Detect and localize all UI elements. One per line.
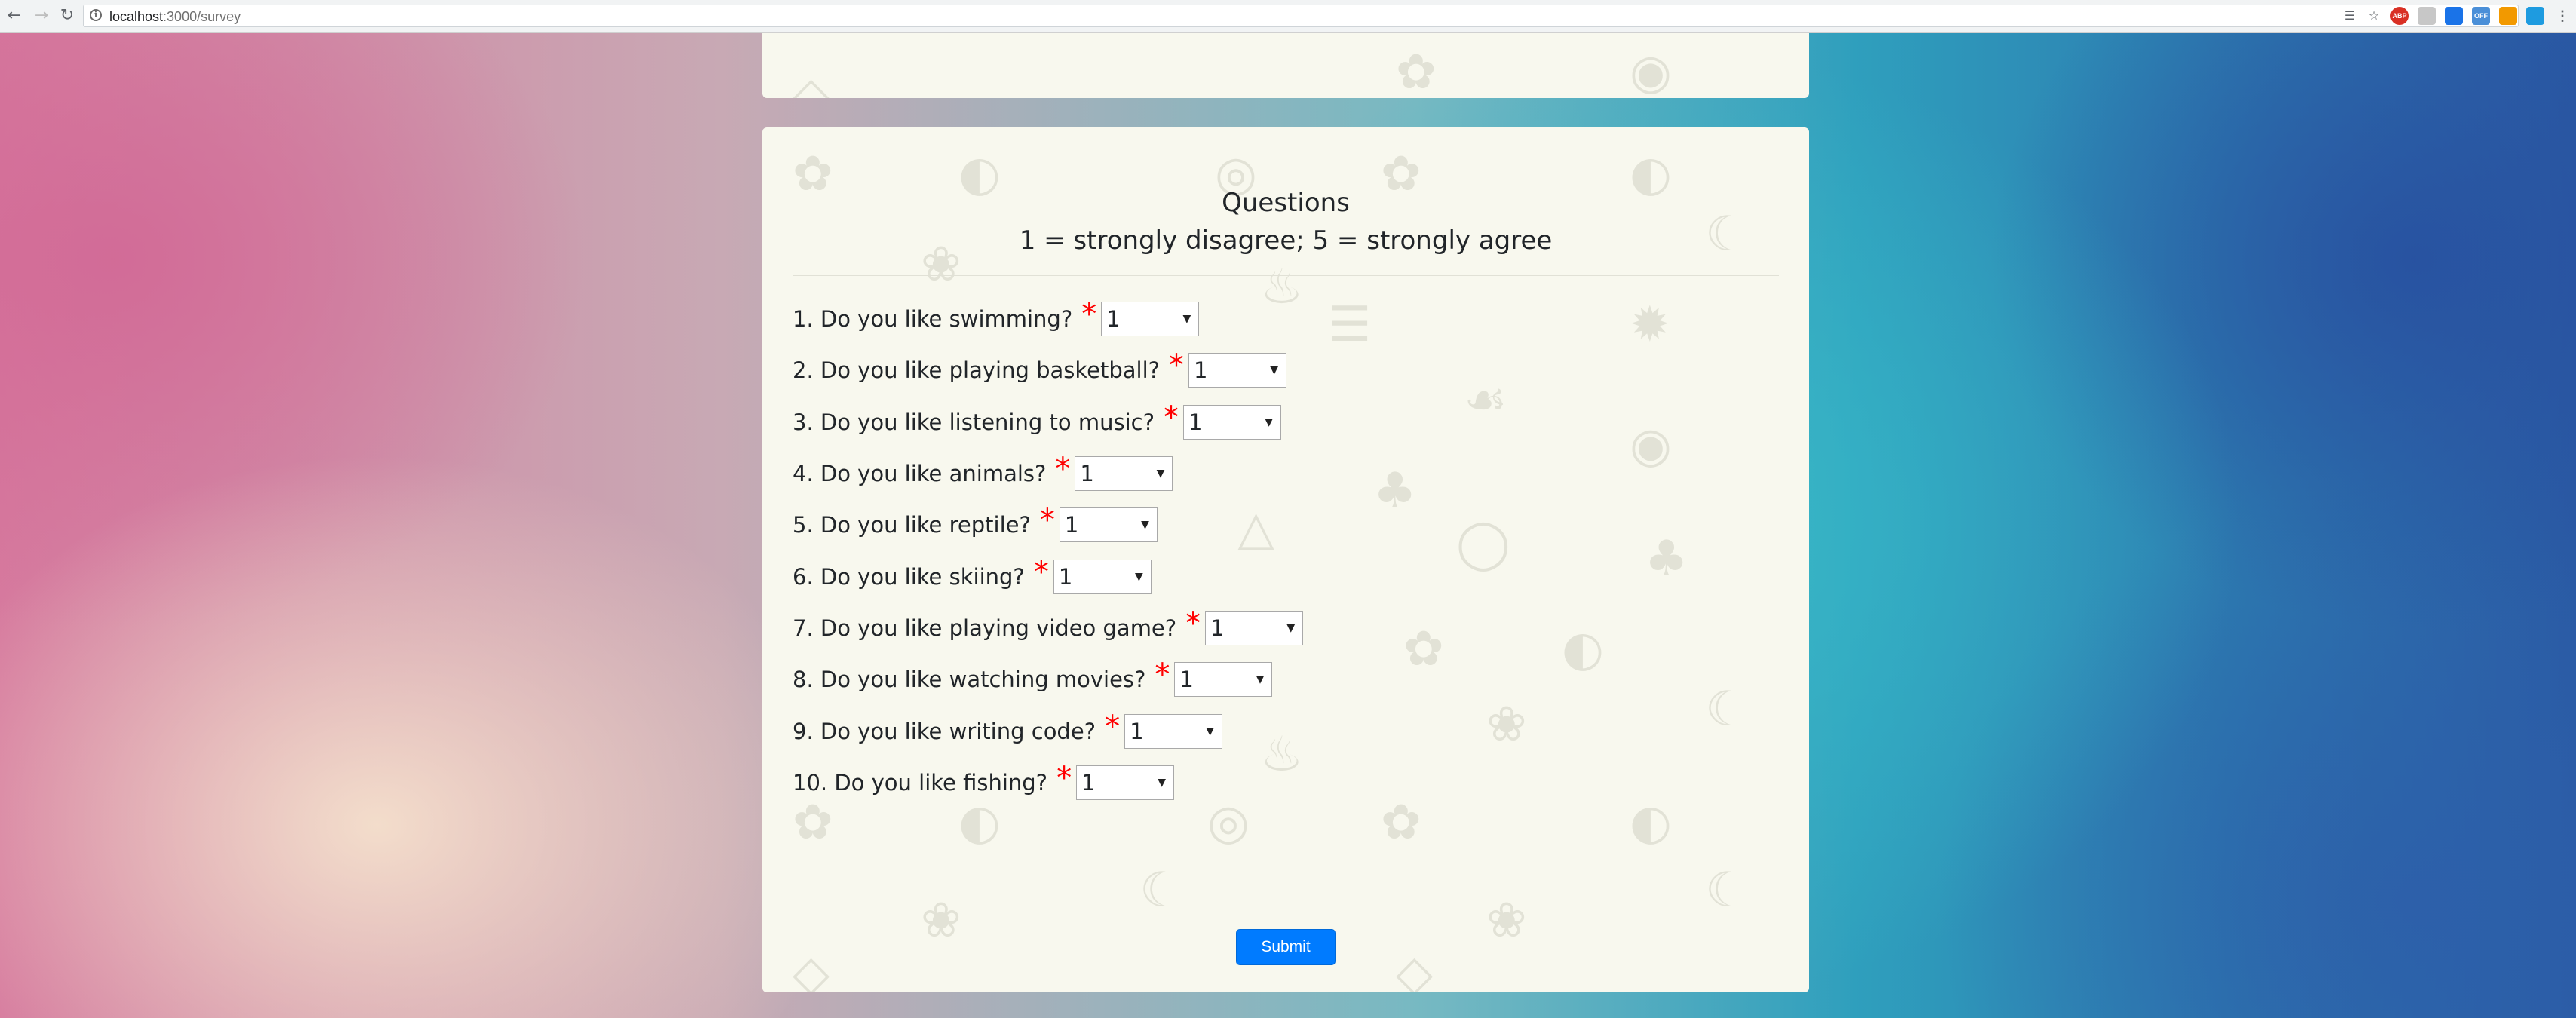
url-text[interactable]: localhost:3000/survey — [109, 8, 241, 26]
pineapple-pattern-icon: ✿ — [1396, 44, 1437, 98]
question-label: 1. Do you like swimming? — [793, 306, 1073, 333]
rating-select-value: 1 — [1081, 769, 1096, 796]
required-asterisk: * — [1105, 709, 1121, 744]
dropdown-arrow-icon: ▼ — [1158, 776, 1167, 789]
question-row: 1. Do you like swimming? * 1 ▼ — [793, 293, 1779, 345]
page-title: Questions — [1222, 188, 1350, 218]
rating-select-value: 1 — [1179, 667, 1194, 693]
rating-select-value: 1 — [1188, 409, 1203, 435]
rating-select-value: 1 — [1106, 306, 1121, 333]
question-row: 3. Do you like listening to music? * 1 ▼ — [793, 397, 1779, 448]
question-label: 8. Do you like watching movies? — [793, 667, 1146, 693]
rating-select-value: 1 — [1194, 357, 1208, 384]
translate-icon[interactable]: ☰ — [2342, 8, 2357, 23]
grapes-pattern-icon: ❀ — [921, 893, 961, 949]
required-asterisk: * — [1033, 554, 1049, 590]
rating-select-value: 1 — [1064, 512, 1079, 538]
question-label: 5. Do you like reptile? — [793, 512, 1031, 538]
required-asterisk: * — [1185, 606, 1201, 641]
dropdown-arrow-icon: ▼ — [1182, 313, 1191, 326]
extension-icon[interactable] — [2526, 7, 2544, 25]
pizza-pattern-icon: ◇ — [793, 67, 830, 98]
address-bar[interactable]: i localhost:3000/survey — [83, 5, 2519, 27]
forward-icon[interactable]: → — [32, 6, 51, 26]
adblock-extension-icon[interactable]: ABP — [2390, 7, 2409, 25]
required-asterisk: * — [1055, 452, 1071, 487]
cookie-pattern-icon: ◉ — [1630, 44, 1672, 98]
browser-toolbar: ← → ↻ i localhost:3000/survey ☰ ☆ ABP OF… — [0, 0, 2576, 33]
rating-select-value: 1 — [1210, 615, 1225, 641]
required-asterisk: * — [1081, 297, 1097, 333]
menu-icon[interactable]: ⋮ — [2553, 7, 2571, 25]
question-label: 7. Do you like playing video game? — [793, 615, 1177, 641]
question-row: 7. Do you like playing video game? * 1 ▼ — [793, 603, 1779, 654]
question-row: 9. Do you like writing code? * 1 ▼ — [793, 705, 1779, 756]
question-label: 6. Do you like skiing? — [793, 563, 1025, 590]
rating-select[interactable]: 1 ▼ — [1101, 302, 1200, 337]
rating-select[interactable]: 1 ▼ — [1205, 610, 1304, 645]
extension-icon[interactable] — [2499, 7, 2517, 25]
info-icon[interactable]: i — [90, 9, 102, 21]
question-label: 3. Do you like listening to music? — [793, 409, 1155, 435]
questions-list: 1. Do you like swimming? * 1 ▼ 2. Do you… — [793, 293, 1779, 808]
questions-card: ✿ ◐ ◎ ✿ ◐ ❀ ☾ ♨ ☰ ✹ ☙ ◉ ♣ △ ◯ ♣ ✿ ◐ ☾ ❀ … — [762, 127, 1809, 992]
question-label: 9. Do you like writing code? — [793, 718, 1096, 744]
star-icon[interactable]: ☆ — [2366, 8, 2381, 23]
banana-pattern-icon: ☾ — [1139, 863, 1183, 918]
question-label: 2. Do you like playing basketball? — [793, 357, 1161, 384]
grapes-pattern-icon: ❀ — [1486, 893, 1527, 949]
reload-icon[interactable]: ↻ — [57, 6, 77, 26]
question-label: 4. Do you like animals? — [793, 461, 1047, 487]
rating-select[interactable]: 1 ▼ — [1075, 456, 1173, 492]
submit-button[interactable]: Submit — [1236, 929, 1336, 965]
off-extension-icon[interactable]: OFF — [2472, 7, 2490, 25]
question-row: 10. Do you like fishing? * 1 ▼ — [793, 757, 1779, 808]
question-row: 8. Do you like watching movies? * 1 ▼ — [793, 654, 1779, 705]
dropdown-arrow-icon: ▼ — [1135, 570, 1143, 583]
rating-select-value: 1 — [1058, 563, 1073, 590]
extension-icon[interactable] — [2445, 7, 2463, 25]
dropdown-arrow-icon: ▼ — [1156, 468, 1165, 480]
required-asterisk: * — [1039, 503, 1055, 538]
rating-select[interactable]: 1 ▼ — [1188, 353, 1287, 388]
rating-select[interactable]: 1 ▼ — [1059, 507, 1158, 543]
dropdown-arrow-icon: ▼ — [1286, 621, 1296, 634]
url-path: :3000/survey — [163, 9, 241, 24]
scale-description: 1 = strongly disagree; 5 = strongly agre… — [1019, 225, 1553, 256]
question-row: 4. Do you like animals? * 1 ▼ — [793, 448, 1779, 499]
required-asterisk: * — [1056, 760, 1072, 796]
dropdown-arrow-icon: ▼ — [1206, 725, 1215, 737]
dropdown-arrow-icon: ▼ — [1141, 519, 1149, 532]
question-row: 5. Do you like reptile? * 1 ▼ — [793, 499, 1779, 550]
url-host: localhost — [109, 9, 164, 24]
rating-select[interactable]: 1 ▼ — [1174, 662, 1273, 698]
question-row: 2. Do you like playing basketball? * 1 ▼ — [793, 345, 1779, 396]
rating-select[interactable]: 1 ▼ — [1182, 404, 1281, 440]
extension-icons: ☰ ☆ ABP OFF ⋮ — [2342, 7, 2571, 25]
rating-select-value: 1 — [1080, 461, 1094, 487]
required-asterisk: * — [1163, 400, 1179, 435]
rating-select[interactable]: 1 ▼ — [1053, 559, 1152, 594]
pizza-pattern-icon: ◇ — [793, 946, 830, 992]
rating-select-value: 1 — [1130, 718, 1144, 744]
rating-select[interactable]: 1 ▼ — [1124, 713, 1223, 749]
dropdown-arrow-icon: ▼ — [1270, 364, 1279, 377]
extension-icon[interactable] — [2418, 7, 2436, 25]
required-asterisk: * — [1169, 348, 1185, 384]
banana-pattern-icon: ☾ — [1705, 863, 1749, 918]
required-asterisk: * — [1155, 658, 1170, 693]
question-label: 10. Do you like fishing? — [793, 769, 1048, 796]
dropdown-arrow-icon: ▼ — [1256, 673, 1265, 686]
dropdown-arrow-icon: ▼ — [1265, 415, 1273, 428]
header-divider — [793, 275, 1779, 276]
rating-select[interactable]: 1 ▼ — [1076, 765, 1175, 800]
question-row: 6. Do you like skiing? * 1 ▼ — [793, 550, 1779, 602]
page-viewport: ◇ ✿ ◉ ✿ ◐ ◎ ✿ ◐ ❀ ☾ ♨ ☰ ✹ ☙ ◉ ♣ △ ◯ ♣ ✿ … — [0, 33, 2576, 1018]
pizza-pattern-icon: ◇ — [1396, 946, 1434, 992]
back-icon[interactable]: ← — [5, 6, 24, 26]
previous-card: ◇ ✿ ◉ — [762, 33, 1809, 98]
